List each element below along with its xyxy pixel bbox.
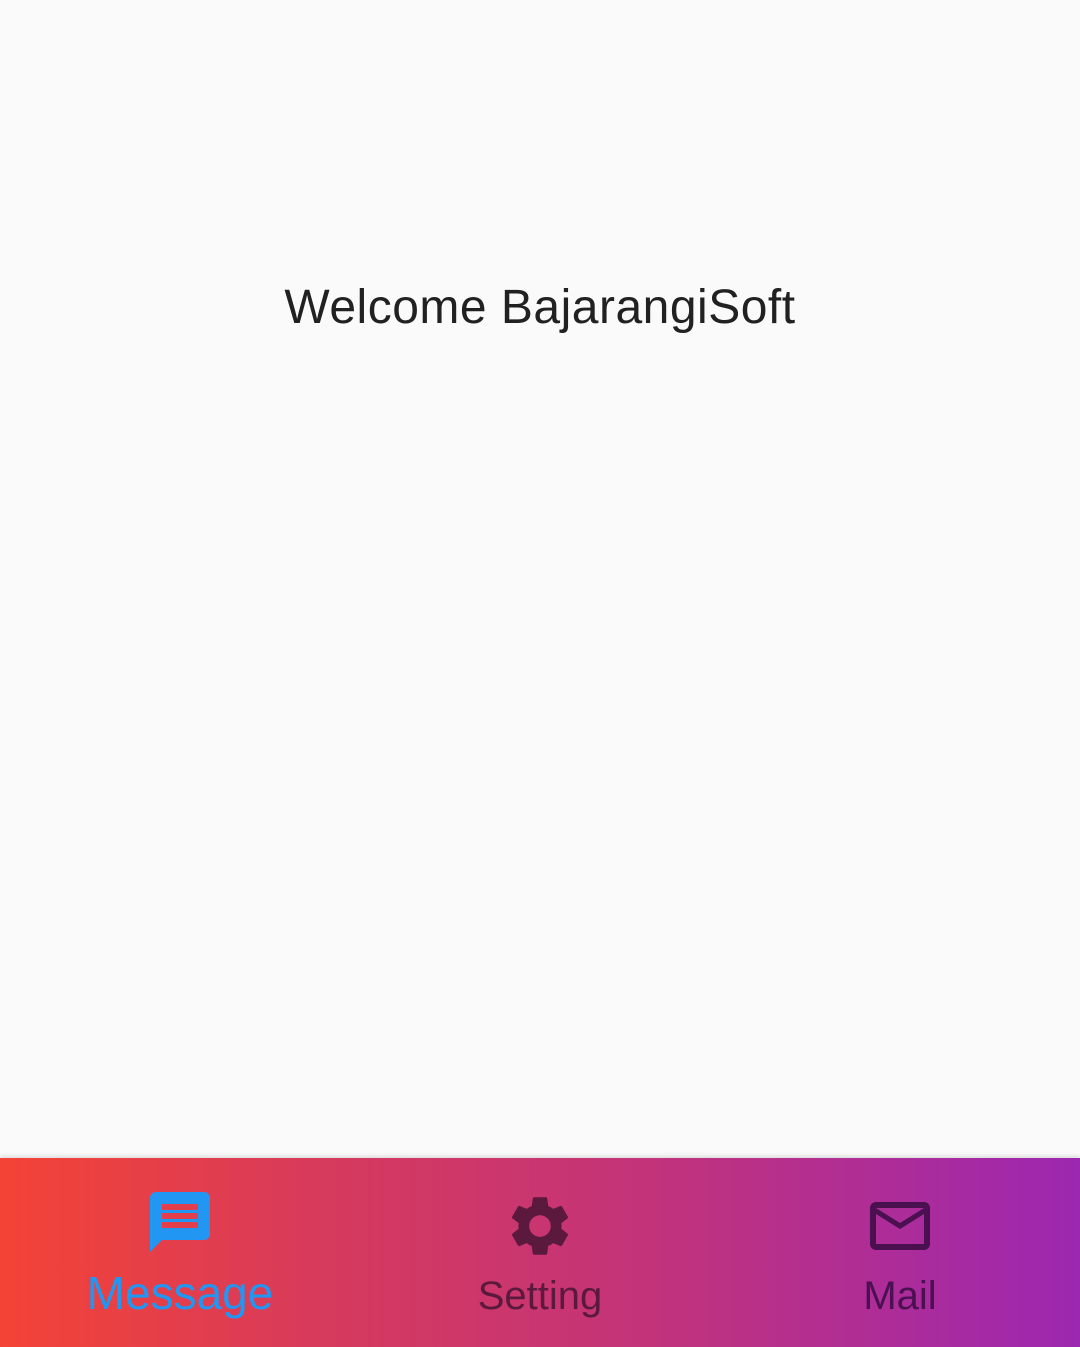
main-content: Welcome BajarangiSoft: [0, 0, 1080, 1158]
nav-label-setting: Setting: [477, 1274, 603, 1318]
nav-label-message: Message: [86, 1267, 274, 1319]
gear-icon: [511, 1197, 569, 1255]
message-icon: [150, 1192, 210, 1252]
nav-item-mail[interactable]: Mail: [720, 1158, 1080, 1347]
nav-item-message[interactable]: Message: [0, 1158, 360, 1347]
welcome-text: Welcome BajarangiSoft: [284, 281, 796, 334]
mail-icon: [870, 1202, 930, 1250]
nav-item-setting[interactable]: Setting: [360, 1158, 720, 1347]
nav-label-mail: Mail: [863, 1274, 937, 1318]
bottom-navigation-bar: Message Setting Mail: [0, 1158, 1080, 1347]
